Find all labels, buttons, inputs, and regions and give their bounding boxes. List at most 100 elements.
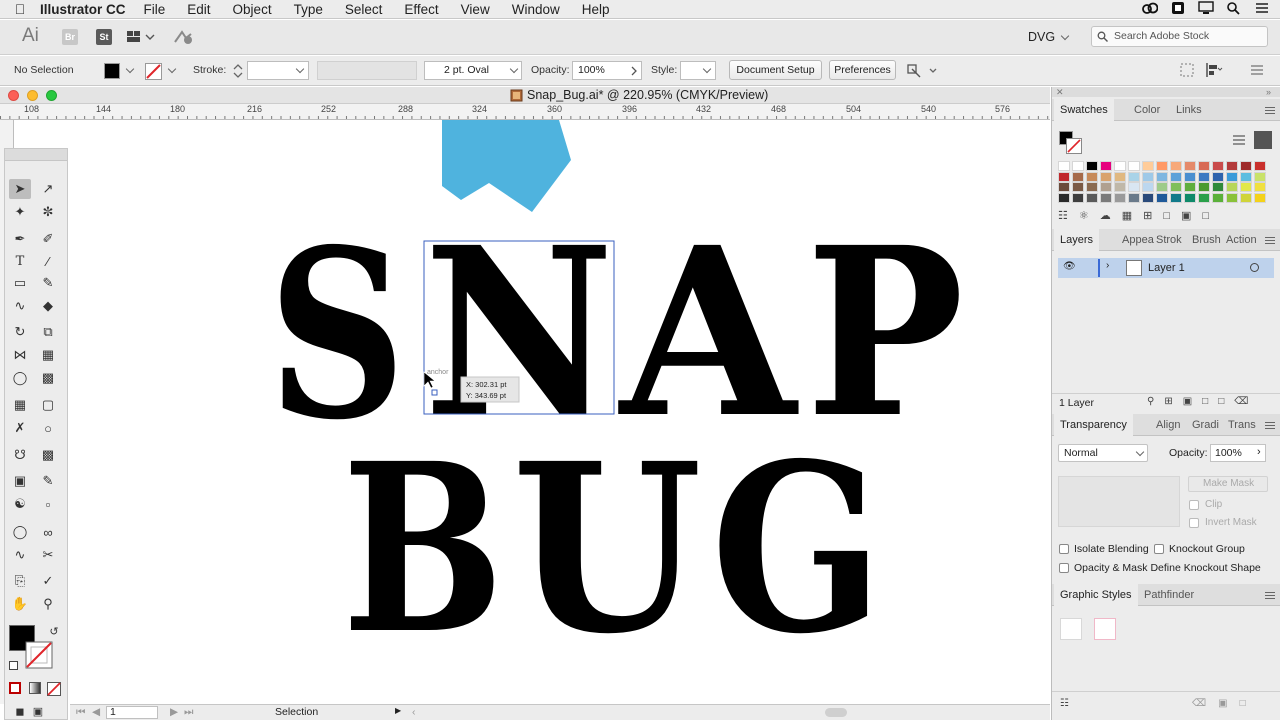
tab-actions[interactable]: Action <box>1220 229 1263 251</box>
expand-layer-chevron-icon[interactable]: › <box>1106 260 1109 271</box>
blend-mode-select[interactable]: Normal <box>1058 444 1148 462</box>
color-swatch[interactable] <box>1184 182 1196 192</box>
color-swatch[interactable] <box>1184 171 1196 182</box>
color-swatch[interactable] <box>1170 182 1182 192</box>
blob-brush-tool-icon[interactable]: ◯ <box>9 522 31 542</box>
tab-align[interactable]: Align <box>1150 414 1186 436</box>
menu-help[interactable]: Help <box>582 2 610 17</box>
app-menu[interactable]: Illustrator CC <box>40 2 126 17</box>
color-swatch[interactable] <box>1100 171 1112 182</box>
selection-tool-icon[interactable]: ➤ <box>9 179 31 199</box>
layers-footer-icons[interactable]: ⚲⊞▣□□⌫ <box>1147 396 1258 407</box>
display-icon[interactable] <box>1198 1 1214 15</box>
tab-layers[interactable]: Layers <box>1054 229 1100 251</box>
perspective-grid-tool-icon[interactable]: ▩ <box>37 368 59 388</box>
symbol-sprayer-tool-icon[interactable]: ☋ <box>9 445 31 465</box>
type-tool-icon[interactable]: T <box>9 251 31 271</box>
color-swatch[interactable] <box>1072 192 1084 203</box>
gradient-tool-icon[interactable]: ▢ <box>37 395 59 415</box>
tab-stroke[interactable]: Strok <box>1150 229 1188 251</box>
default-fill-stroke-icon[interactable] <box>9 661 18 670</box>
graphic-styles-library-icon[interactable]: ☷ <box>1060 698 1069 709</box>
tools-panel-grip[interactable] <box>5 149 67 161</box>
menu-view[interactable]: View <box>461 2 490 17</box>
opacity-mask-knockout-checkbox[interactable] <box>1059 563 1069 573</box>
chevron-right-icon[interactable] <box>630 66 638 76</box>
tab-pathfinder[interactable]: Pathfinder <box>1138 584 1200 606</box>
document-setup-button[interactable]: Document Setup <box>729 60 822 80</box>
close-window-button[interactable] <box>8 90 19 101</box>
color-swatch[interactable] <box>1142 171 1154 182</box>
graphic-style-picker[interactable] <box>680 61 716 80</box>
graphic-styles-panel-menu-icon[interactable] <box>1265 592 1275 599</box>
chevron-down-icon[interactable] <box>1060 31 1070 41</box>
layer-target-icon[interactable] <box>1250 263 1259 272</box>
arrange-documents-icon[interactable] <box>126 30 156 44</box>
evernote-icon[interactable] <box>1170 1 1186 15</box>
horizontal-scrollbar-thumb[interactable] <box>825 708 847 717</box>
color-swatch[interactable] <box>1072 171 1084 182</box>
eyedropper-sample-tool-icon[interactable]: ✓ <box>37 571 59 591</box>
close-dock-icon[interactable]: ✕ <box>1056 87 1064 98</box>
color-swatch[interactable] <box>1240 192 1252 203</box>
color-swatch[interactable] <box>1072 161 1084 171</box>
color-swatch[interactable] <box>1184 192 1196 203</box>
layer-name[interactable]: Layer 1 <box>1148 262 1185 274</box>
gradient-mode-icon[interactable] <box>29 682 41 694</box>
color-swatch[interactable] <box>1086 161 1098 171</box>
ellipse-group-tool-icon[interactable]: ∞ <box>37 522 59 542</box>
swap-fill-stroke-icon[interactable]: ↺ <box>43 621 65 641</box>
select-similar-objects-icon[interactable] <box>906 63 938 79</box>
fill-dropdown-chevron-icon[interactable] <box>125 64 135 74</box>
creative-cloud-icon[interactable] <box>1142 1 1158 15</box>
tab-graphic-styles[interactable]: Graphic Styles <box>1054 584 1138 606</box>
gpu-performance-icon[interactable] <box>172 28 194 46</box>
color-swatch[interactable] <box>1100 192 1112 203</box>
blend-tool-icon[interactable]: ○ <box>37 418 59 438</box>
puppet-warp-tool-icon[interactable]: ☯ <box>9 494 31 514</box>
zoom-window-button[interactable] <box>46 90 57 101</box>
stock-button[interactable]: St <box>96 29 112 45</box>
column-graph-tool-icon[interactable]: ▩ <box>37 445 59 465</box>
make-mask-button[interactable]: Make Mask <box>1188 476 1268 492</box>
color-swatch[interactable] <box>1212 192 1224 203</box>
color-swatch[interactable] <box>1226 171 1238 182</box>
artboard-canvas[interactable]: S N A P B U G anchor X: 302.31 pt Y: 343… <box>14 120 1050 704</box>
hand-tool-icon[interactable]: ✋ <box>9 594 31 614</box>
color-swatch[interactable] <box>1128 192 1140 203</box>
first-artboard-icon[interactable]: ⏮ <box>76 706 85 719</box>
graphic-styles-footer-icons[interactable]: ⌫▣□ <box>1192 698 1258 709</box>
color-swatch[interactable] <box>1086 171 1098 182</box>
apple-menu-icon[interactable]:  <box>0 1 40 17</box>
clip-checkbox[interactable] <box>1189 500 1199 510</box>
align-options-icon[interactable] <box>1204 63 1224 77</box>
stroke-color-swatch[interactable] <box>145 63 162 80</box>
scissors-tool-icon[interactable]: ✂ <box>37 545 59 565</box>
rectangle-tool-icon[interactable]: ▭ <box>9 273 31 293</box>
stroke-dropdown-chevron-icon[interactable] <box>167 64 177 74</box>
tab-gradient[interactable]: Gradi <box>1186 414 1225 436</box>
color-swatch[interactable] <box>1114 171 1126 182</box>
swatches-footer-icons[interactable]: ☷⚛☁▦⊞□▣□ <box>1058 209 1220 222</box>
layer-row[interactable]: 👁 › Layer 1 <box>1058 258 1274 278</box>
letter-g[interactable]: G <box>711 412 883 685</box>
tab-transform[interactable]: Trans <box>1222 414 1262 436</box>
color-swatch[interactable] <box>1254 161 1266 171</box>
color-swatch[interactable] <box>1114 192 1126 203</box>
color-swatch[interactable] <box>1170 192 1182 203</box>
spotlight-search-icon[interactable] <box>1226 1 1242 15</box>
stroke-weight-stepper[interactable] <box>232 61 244 81</box>
knife-tool-icon[interactable]: ▫ <box>37 494 59 514</box>
menu-window[interactable]: Window <box>512 2 560 17</box>
color-swatch[interactable] <box>1156 182 1168 192</box>
color-swatch[interactable] <box>1058 182 1070 192</box>
collapse-dock-icon[interactable]: » <box>1266 87 1271 97</box>
color-swatch[interactable] <box>1184 161 1196 171</box>
fill-color-swatch[interactable] <box>104 63 120 79</box>
tab-swatches[interactable]: Swatches <box>1054 99 1114 121</box>
visibility-eye-icon[interactable]: 👁 <box>1063 261 1076 272</box>
color-swatch[interactable] <box>1142 192 1154 203</box>
default-graphic-style[interactable] <box>1060 618 1082 640</box>
eyedropper-tool-icon[interactable]: ✗ <box>9 418 31 438</box>
tab-links[interactable]: Links <box>1170 99 1208 121</box>
